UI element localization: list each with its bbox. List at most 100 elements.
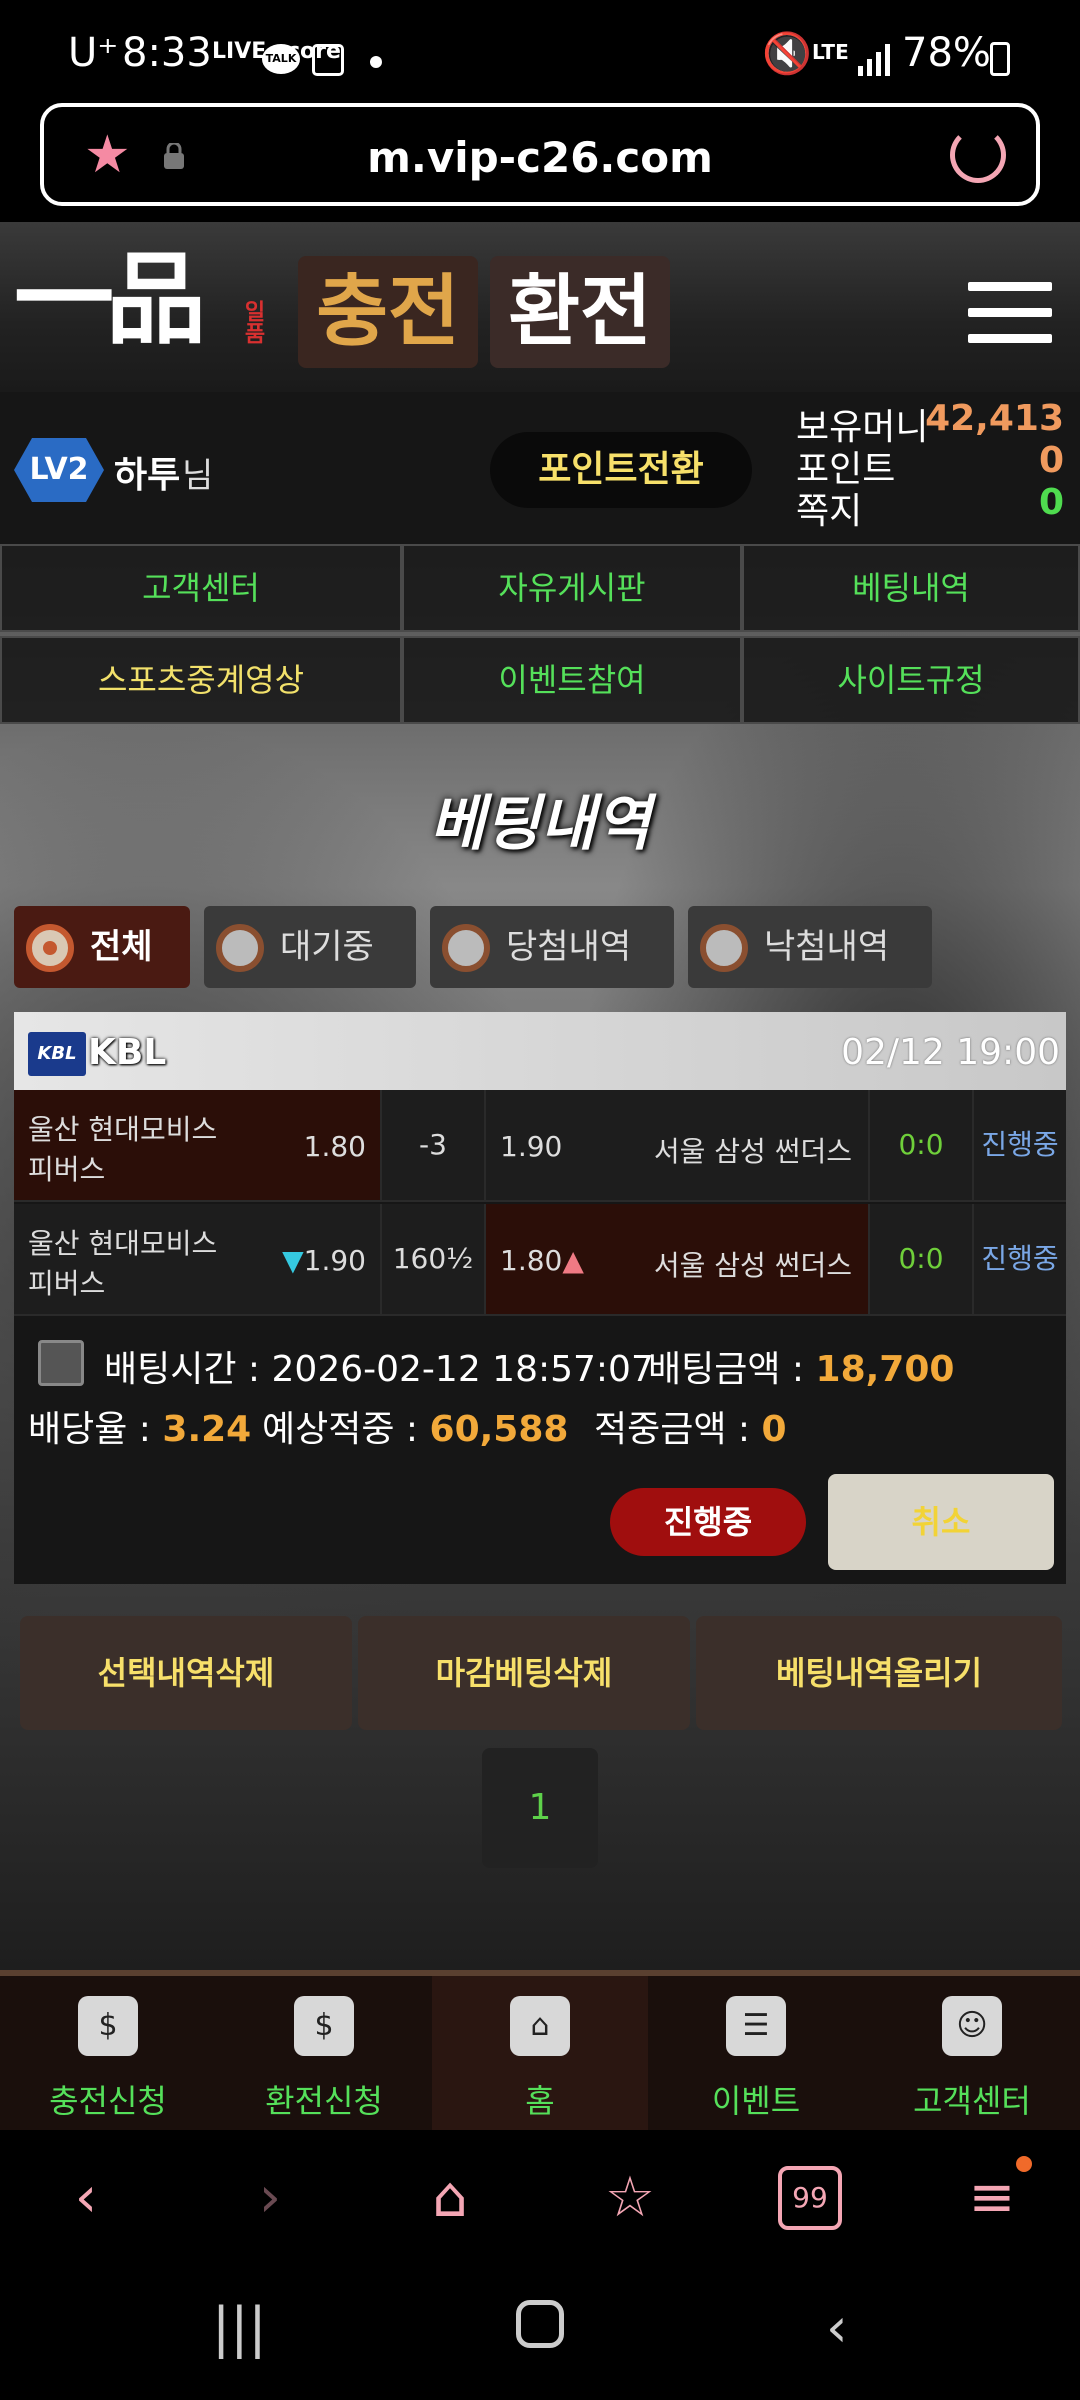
recents-icon[interactable]: ||| <box>212 2296 267 2359</box>
menu-icon[interactable]: ≡ <box>960 2166 1024 2230</box>
away-odd: 1.90 <box>500 1130 563 1163</box>
menu-bet-history[interactable]: 베팅내역 <box>742 544 1080 632</box>
away-odd-wrap: 1.80▲ <box>500 1244 584 1277</box>
away-odd: 1.80 <box>500 1244 563 1277</box>
battery-percent: 78% <box>902 30 991 76</box>
charge-button[interactable]: 충전 <box>298 256 478 368</box>
menu-sports-stream[interactable]: 스포츠중계영상 <box>0 636 402 724</box>
handicap: 160½ <box>382 1204 486 1314</box>
page-button[interactable]: 1 <box>482 1748 598 1868</box>
arrow-up-icon: ▲ <box>562 1244 584 1277</box>
away-pick: 1.80▲ 서울 삼성 썬더스 <box>486 1204 870 1314</box>
notification-dot-icon <box>1016 2156 1032 2172</box>
nav-event[interactable]: ☰ 이벤트 <box>648 1976 864 2130</box>
support-icon: ☺ <box>942 1996 1002 2056</box>
bet-amount-info: 배팅금액 : 18,700 <box>648 1340 954 1392</box>
nav-charge-request[interactable]: $ 충전신청 <box>0 1976 216 2130</box>
system-back-icon[interactable]: ‹ <box>826 2296 848 2359</box>
exchange-button[interactable]: 환전 <box>490 256 670 368</box>
menu-free-board[interactable]: 자유게시판 <box>402 544 742 632</box>
league-name: KBL <box>88 1032 167 1073</box>
upload-history-button[interactable]: 베팅내역올리기 <box>696 1616 1062 1730</box>
won-value: 0 <box>761 1409 787 1450</box>
nav-customer-center[interactable]: ☺ 고객센터 <box>864 1976 1080 2130</box>
bet-amount-label: 배팅금액 : <box>648 1349 805 1390</box>
nav-label: 충전신청 <box>49 2082 167 2120</box>
filter-label: 대기중 <box>280 927 374 967</box>
menu-site-rules[interactable]: 사이트규정 <box>742 636 1080 724</box>
bet-amount: 18,700 <box>815 1349 955 1390</box>
bet-select-checkbox[interactable] <box>38 1340 84 1386</box>
menu-event[interactable]: 이벤트참여 <box>402 636 742 724</box>
expected-info: 예상적중 : 60,588 <box>262 1400 568 1452</box>
arrow-down-icon: ▼ <box>282 1244 304 1277</box>
site-logo[interactable]: 一品 <box>14 244 206 354</box>
home-pick: 울산 현대모비스 피버스 1.80 <box>14 1090 382 1200</box>
handicap: -3 <box>382 1090 486 1200</box>
back-icon[interactable]: ‹ <box>54 2166 118 2230</box>
address-bar[interactable]: ★ m.vip-c26.com <box>40 103 1040 206</box>
coins-icon: $ <box>78 1996 138 2056</box>
home-odd: 1.90 <box>303 1244 366 1277</box>
nav-home[interactable]: ⌂ 홈 <box>432 1976 648 2130</box>
game-datetime: 02/12 19:00 <box>841 1032 1060 1073</box>
delete-closed-button[interactable]: 마감베팅삭제 <box>358 1616 690 1730</box>
message-label[interactable]: 쪽지 <box>796 482 862 534</box>
money-bag-icon: $ <box>294 1996 354 2056</box>
home-team: 울산 현대모비스 피버스 <box>28 1227 218 1300</box>
away-team: 서울 삼성 썬더스 <box>653 1249 852 1282</box>
nav-label: 홈 <box>525 2082 555 2120</box>
page-title: 베팅내역 <box>429 789 651 859</box>
message-count[interactable]: 0 <box>1039 482 1064 523</box>
filter-label: 전체 <box>90 927 153 967</box>
home-team: 울산 현대모비스 피버스 <box>28 1113 218 1186</box>
username-suffix: 님 <box>182 456 214 496</box>
score: 0:0 <box>870 1204 974 1314</box>
filter-won[interactable]: 당첨내역 <box>430 906 674 988</box>
radio-icon <box>216 924 264 972</box>
tabs-icon[interactable]: 99 <box>778 2166 842 2230</box>
filter-all[interactable]: 전체 <box>14 906 190 988</box>
bet-time-info: 배팅시간 : 2026-02-12 18:57:07 <box>104 1340 654 1392</box>
username: 하투 <box>114 455 181 496</box>
filter-label: 당첨내역 <box>506 927 632 967</box>
battery-icon <box>990 42 1010 76</box>
menu-customer-center[interactable]: 고객센터 <box>0 544 402 632</box>
row-status: 진행중 <box>981 1242 1059 1275</box>
bet-row: 울산 현대모비스 피버스 1.80 -3 1.90 서울 삼성 썬더스 0:0 … <box>14 1090 1066 1202</box>
url-text[interactable]: m.vip-c26.com <box>44 133 1036 182</box>
point-value: 0 <box>1038 440 1064 481</box>
expected-label: 예상적중 : <box>262 1409 419 1450</box>
odds-label: 배당율 : <box>28 1409 151 1450</box>
forward-icon[interactable]: › <box>238 2166 302 2230</box>
level-badge: LV2 <box>14 438 104 502</box>
bet-status-badge: 진행중 <box>610 1488 806 1556</box>
home-odd-wrap: ▼1.90 <box>282 1244 366 1277</box>
home-odd: 1.80 <box>303 1130 366 1163</box>
bet-row: 울산 현대모비스 피버스 ▼1.90 160½ 1.80▲ 서울 삼성 썬더스 … <box>14 1204 1066 1316</box>
menu-icon[interactable] <box>968 282 1052 344</box>
nav-exchange-request[interactable]: $ 환전신청 <box>216 1976 432 2130</box>
delete-selected-button[interactable]: 선택내역삭제 <box>20 1616 352 1730</box>
odds-value: 3.24 <box>162 1409 252 1450</box>
odds-info: 배당율 : 3.24 <box>28 1400 251 1452</box>
cancel-bet-button[interactable]: 취소 <box>828 1474 1054 1570</box>
system-home-icon[interactable] <box>516 2300 564 2348</box>
bet-time-label: 배팅시간 : <box>104 1349 261 1390</box>
bookmarks-icon[interactable]: ☆ <box>598 2166 662 2230</box>
filter-label: 낙첨내역 <box>764 927 890 967</box>
filter-lost[interactable]: 낙첨내역 <box>688 906 932 988</box>
status-bar: U⁺ 8:33 LIVE score TALK 🔇 LTE 78% <box>0 0 1080 100</box>
bet-time: 2026-02-12 18:57:07 <box>271 1349 654 1390</box>
reload-icon[interactable] <box>950 127 1006 183</box>
kbl-logo-icon: KBL <box>28 1032 86 1076</box>
home-icon[interactable]: ⌂ <box>418 2166 482 2230</box>
nav-label: 환전신청 <box>265 2082 383 2120</box>
point-convert-button[interactable]: 포인트전환 <box>490 432 752 508</box>
site-logo-sub: 일품 <box>240 300 265 344</box>
notification-dot-icon <box>370 56 382 68</box>
filter-pending[interactable]: 대기중 <box>204 906 416 988</box>
signal-icon <box>858 44 890 76</box>
expected-value: 60,588 <box>429 1409 569 1450</box>
score: 0:0 <box>870 1090 974 1200</box>
